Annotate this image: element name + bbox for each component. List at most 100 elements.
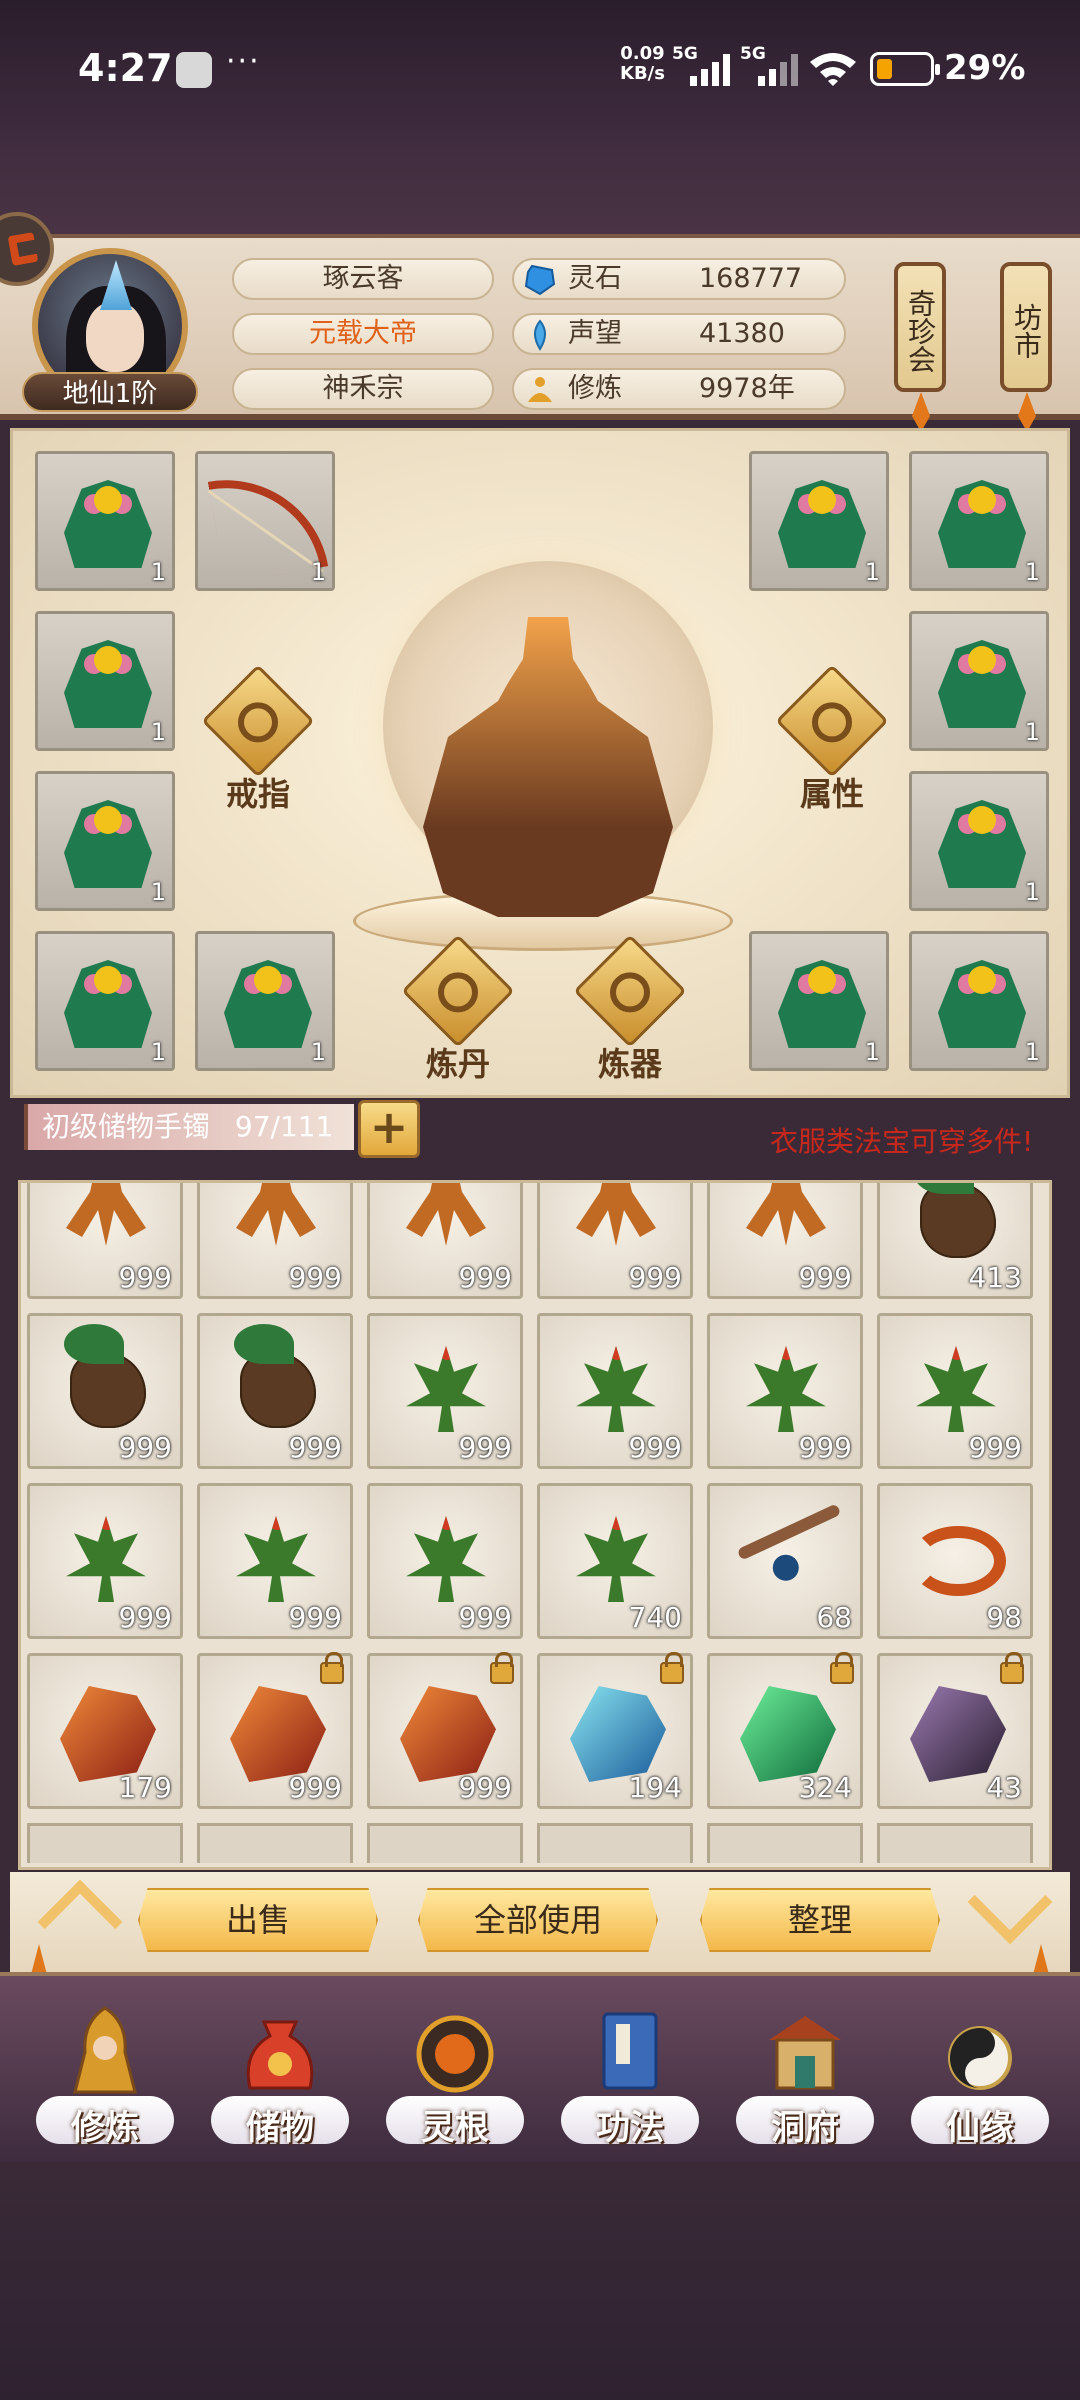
reputation-icon <box>534 319 546 351</box>
branch-icon <box>736 1503 842 1561</box>
nav-item-spirit-root[interactable]: 灵根 <box>380 1996 530 2166</box>
use-all-button[interactable]: 全部使用 <box>418 1888 658 1952</box>
storage-item-partial[interactable] <box>197 1823 353 1863</box>
ring-button[interactable]: 戒指 <box>201 664 315 815</box>
nav-item-immortal-fate[interactable]: 仙缘 <box>905 1996 1055 2166</box>
ring-label: 戒指 <box>225 775 290 813</box>
storage-item[interactable]: 999 <box>367 1483 523 1639</box>
scroll-up-icon[interactable] <box>37 1879 123 1965</box>
storage-item[interactable]: 999 <box>197 1313 353 1469</box>
slot-count: 1 <box>1024 718 1040 746</box>
alchemy-button[interactable]: 炼丹 <box>401 934 515 1085</box>
storage-grid[interactable]: 999 999 999 999 999 413 999 999 999 999 999 999 999 9… <box>18 1180 1052 1870</box>
equip-slot[interactable]: 1 <box>749 931 889 1071</box>
storage-item[interactable]: 43 <box>877 1652 1033 1809</box>
storage-item[interactable]: 999 <box>537 1313 693 1469</box>
cultivate-icon <box>73 2006 137 2094</box>
battery-percent: 29% <box>944 48 1026 88</box>
nav-item-cultivate[interactable]: 修炼 <box>30 1996 180 2166</box>
status-time: 4:27 <box>78 46 173 90</box>
storage-item[interactable]: 999 <box>367 1313 523 1469</box>
storage-item-partial[interactable] <box>27 1823 183 1863</box>
equip-slot[interactable]: 1 <box>195 451 335 591</box>
storage-item[interactable]: 999 <box>27 1183 183 1299</box>
slot-count: 1 <box>310 558 326 586</box>
storage-item[interactable]: 324 <box>707 1652 863 1809</box>
storage-item[interactable]: 68 <box>707 1483 863 1639</box>
herb-icon <box>406 1516 486 1602</box>
storage-title: 初级储物手镯 97/111 <box>24 1104 354 1150</box>
storage-item[interactable]: 999 <box>197 1483 353 1639</box>
sell-button[interactable]: 出售 <box>138 1888 378 1952</box>
storage-bag-icon <box>246 2020 314 2090</box>
lantern-market[interactable]: 坊市 <box>1000 262 1052 392</box>
player-sect: 神禾宗 <box>232 368 494 410</box>
equipment-panel: 1 1 1 1 1 1 1 1 1 1 1 1 戒指 属性 炼丹 炼器 <box>10 428 1070 1098</box>
lantern-treasure-fair[interactable]: 奇珍会 <box>894 262 946 392</box>
lock-icon <box>320 1652 344 1684</box>
bottom-nav: 修炼 储物 灵根 功法 洞府 仙缘 <box>0 1972 1080 2162</box>
equip-slot[interactable]: 1 <box>909 611 1049 751</box>
storage-item[interactable]: 179 <box>27 1653 183 1809</box>
equip-slot[interactable]: 1 <box>749 451 889 591</box>
organize-button[interactable]: 整理 <box>700 1888 940 1952</box>
storage-item[interactable]: 999 <box>367 1652 523 1809</box>
storage-item-partial[interactable] <box>537 1823 693 1863</box>
storage-item-partial[interactable] <box>367 1823 523 1863</box>
storage-item[interactable]: 740 <box>537 1483 693 1639</box>
equip-slot[interactable]: 1 <box>35 451 175 591</box>
ore-green-icon <box>740 1686 836 1782</box>
nav-label: 仙缘 <box>946 2108 1014 2148</box>
expand-storage-button[interactable]: + <box>358 1100 420 1158</box>
storage-item[interactable]: 98 <box>877 1483 1033 1639</box>
battery-fill <box>877 59 892 79</box>
slot-count: 1 <box>1024 878 1040 906</box>
storage-item[interactable]: 194 <box>537 1652 693 1809</box>
lock-icon <box>660 1652 684 1684</box>
spirit-stone-icon <box>524 264 556 296</box>
nav-item-storage[interactable]: 储物 <box>205 1996 355 2166</box>
equip-slot[interactable]: 1 <box>909 451 1049 591</box>
top-decor-band <box>0 140 1080 240</box>
storage-item[interactable]: 999 <box>707 1183 863 1299</box>
storage-item[interactable]: 999 <box>27 1313 183 1469</box>
ring-icon <box>201 664 315 778</box>
resource-label: 修炼 <box>568 373 622 404</box>
slot-count: 1 <box>150 718 166 746</box>
item-count: 999 <box>798 1431 852 1464</box>
storage-item[interactable]: 999 <box>27 1483 183 1639</box>
more-notifications-icon: ··· <box>226 44 261 79</box>
storage-item[interactable]: 999 <box>197 1652 353 1809</box>
attributes-button[interactable]: 属性 <box>775 664 889 815</box>
equip-slot[interactable]: 1 <box>909 931 1049 1071</box>
storage-item[interactable]: 999 <box>707 1313 863 1469</box>
radish-icon <box>234 1324 316 1428</box>
forging-button[interactable]: 炼器 <box>573 934 687 1085</box>
equip-slot[interactable]: 1 <box>909 771 1049 911</box>
storage-item-partial[interactable] <box>877 1823 1033 1863</box>
technique-book-icon <box>602 2012 658 2090</box>
equip-slot[interactable]: 1 <box>195 931 335 1071</box>
resource-spirit-stone: 灵石 168777 <box>512 258 846 300</box>
net-speed-value: 0.09 <box>620 43 665 64</box>
nav-item-technique[interactable]: 功法 <box>555 1996 705 2166</box>
equip-slot[interactable]: 1 <box>35 611 175 751</box>
player-name: 琢云客 <box>232 258 494 300</box>
player-title[interactable]: 元载大帝 <box>232 313 494 355</box>
radish-icon <box>64 1324 146 1428</box>
storage-item[interactable]: 999 <box>537 1183 693 1299</box>
storage-item[interactable]: 999 <box>197 1183 353 1299</box>
scroll-down-icon[interactable] <box>967 1859 1053 1945</box>
storage-item[interactable]: 413 <box>877 1183 1033 1299</box>
equip-slot[interactable]: 1 <box>35 931 175 1071</box>
nav-label: 修炼 <box>71 2108 139 2148</box>
signal-icon-2 <box>758 52 806 86</box>
item-count: 999 <box>628 1261 682 1294</box>
storage-item-partial[interactable] <box>707 1823 863 1863</box>
net-speed-unit: KB/s <box>620 63 665 84</box>
equip-slot[interactable]: 1 <box>35 771 175 911</box>
storage-item[interactable]: 999 <box>367 1183 523 1299</box>
nav-item-cave[interactable]: 洞府 <box>730 1996 880 2166</box>
resource-value: 9978年 <box>699 373 795 404</box>
storage-item[interactable]: 999 <box>877 1313 1033 1469</box>
